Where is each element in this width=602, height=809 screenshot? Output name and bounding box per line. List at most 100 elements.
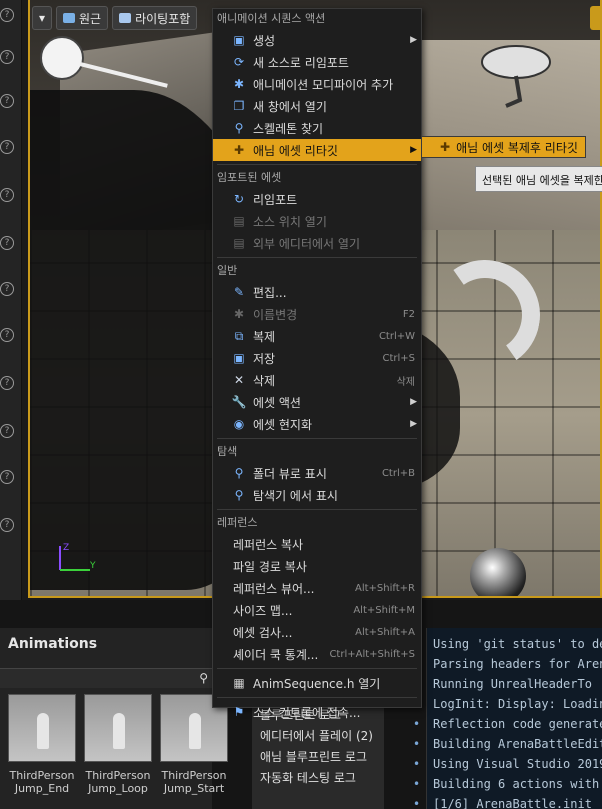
menu-item-audit-assets[interactable]: 에셋 검사... Alt+Shift+A — [213, 621, 421, 643]
log-line: [1/6] ArenaBattle.init — [433, 797, 592, 809]
menu-item-create[interactable]: ▣ 생성 ▶ — [213, 29, 421, 51]
retarget-submenu-item[interactable]: ✚ 애님 에셋 복제후 리타깃 — [421, 136, 586, 158]
chevron-down-icon: ▾ — [38, 11, 46, 25]
anim-label-line1: ThirdPerson — [85, 769, 151, 782]
menu-item-shader-cook-stats[interactable]: 셰이더 쿡 통계... Ctrl+Alt+Shift+S — [213, 643, 421, 665]
help-icon[interactable]: ? — [0, 236, 14, 250]
help-icon[interactable]: ? — [0, 140, 14, 154]
help-icon[interactable]: ? — [0, 188, 14, 202]
menu-item-reference-viewer[interactable]: 레퍼런스 뷰어... Alt+Shift+R — [213, 577, 421, 599]
help-icon[interactable]: ? — [0, 424, 14, 438]
help-icon[interactable]: ? — [0, 282, 14, 296]
menu-label: 새 소스로 리임포트 — [253, 55, 349, 70]
menu-item-reimport[interactable]: ↻ 리임포트 — [213, 188, 421, 210]
menu-item-copy-reference[interactable]: 레퍼런스 복사 — [213, 533, 421, 555]
wrench-icon: 🔧 — [231, 395, 247, 409]
help-icon[interactable]: ? — [0, 518, 14, 532]
menu-label: 애님 에셋 리타깃 — [253, 143, 338, 158]
anim-label-line1: ThirdPerson — [9, 769, 75, 782]
external-editor-icon: ▤ — [233, 236, 245, 250]
globe-icon: ◉ — [233, 417, 245, 431]
output-log[interactable]: Using 'git status' to de Parsing headers… — [426, 628, 602, 809]
help-icon[interactable]: ? — [0, 376, 14, 390]
menu-item-show-in-folder-view[interactable]: ⚲ 폴더 뷰로 표시 Ctrl+B — [213, 462, 421, 484]
magnifier-icon: ⚲ — [234, 466, 244, 480]
menu-item-delete[interactable]: ✕ 삭제 삭제 — [213, 369, 421, 391]
rename-icon: ✱ — [233, 307, 245, 321]
help-icon[interactable]: ? — [0, 8, 14, 22]
menu-item-size-map[interactable]: 사이즈 맵... Alt+Shift+M — [213, 599, 421, 621]
menu-separator — [217, 257, 417, 258]
shortcut-label: Ctrl+S — [382, 352, 415, 364]
axis-gizmo: Z Y — [59, 543, 96, 571]
menu-item-duplicate[interactable]: ⧉ 복제 Ctrl+W — [213, 325, 421, 347]
shortcut-label: Ctrl+Alt+Shift+S — [329, 648, 415, 660]
log-line: Running UnrealHeaderTo — [433, 677, 592, 691]
section-explore: 탐색 — [217, 445, 238, 458]
help-icon[interactable]: ? — [0, 94, 14, 108]
menu-label: 에셋 현지화 — [253, 417, 313, 432]
menu-item-add-anim-modifier[interactable]: ✱ 애니메이션 모디파이어 추가 — [213, 73, 421, 95]
log-category-item[interactable]: 자동화 테스팅 로그 — [252, 768, 384, 789]
menu-label: 외부 에디터에서 열기 — [253, 236, 360, 251]
lighting-mode-button[interactable]: 라이팅포함 — [112, 6, 198, 30]
help-icon[interactable]: ? — [0, 470, 14, 484]
viewport-corner-button[interactable] — [590, 6, 602, 30]
menu-separator — [217, 164, 417, 165]
help-icon[interactable]: ? — [0, 50, 14, 64]
menu-item-open-external-editor: ▤ 외부 에디터에서 열기 — [213, 232, 421, 254]
menu-label: 폴더 뷰로 표시 — [253, 466, 327, 481]
menu-item-source-control[interactable]: ⚑ 소스 컨트롤에 접속... — [213, 701, 421, 723]
menu-label: 소스 위치 열기 — [253, 214, 327, 229]
log-bullets: •••••• — [413, 717, 421, 809]
save-icon: ▣ — [233, 351, 245, 365]
menu-separator — [217, 438, 417, 439]
menu-label: 에셋 검사... — [233, 625, 293, 640]
help-icon[interactable]: ? — [0, 328, 14, 342]
menu-label: 파일 경로 복사 — [233, 559, 307, 574]
menu-item-asset-localization[interactable]: ◉ 에셋 현지화 ▶ — [213, 413, 421, 435]
asset-context-menu: 애니메이션 시퀀스 액션 ▣ 생성 ▶ ⟳ 새 소스로 리임포트 ✱ 애니메이션… — [212, 8, 422, 720]
svg-text:Y: Y — [89, 561, 96, 571]
viewport-options-button[interactable]: ▾ — [32, 6, 52, 30]
log-category-item[interactable]: 애님 블루프린트 로그 — [252, 747, 384, 768]
menu-item-retarget-anim-assets[interactable]: ✚ 애님 에셋 리타깃 ▶ — [213, 139, 421, 161]
menu-item-open-new-window[interactable]: ❐ 새 창에서 열기 — [213, 95, 421, 117]
reimport-icon: ↻ — [233, 192, 245, 206]
anim-label-line2: Jump_End — [14, 782, 70, 795]
animations-search-bar[interactable]: ⚲ — [0, 668, 212, 688]
anim-thumbnail-jump-end[interactable] — [8, 694, 76, 762]
perspective-button[interactable]: 원근 — [56, 6, 109, 30]
section-general: 일반 — [217, 264, 238, 277]
reimport-icon: ⟳ — [233, 55, 245, 69]
reflection-sphere[interactable] — [470, 548, 526, 596]
menu-item-open-source-header[interactable]: ▦ AnimSequence.h 열기 — [213, 672, 421, 694]
tooltip: 선택된 애님 에셋을 복제한 — [475, 166, 602, 192]
log-line: Using 'git status' to de — [433, 637, 602, 651]
menu-item-save[interactable]: ▣ 저장 Ctrl+S — [213, 347, 421, 369]
tree-icon[interactable] — [476, 40, 556, 110]
unreal-editor-window: ? ? ? ? ? ? ? ? ? ? ? ? Z Y ▾ 원근 라이팅포함 A… — [0, 0, 602, 809]
menu-label: 레퍼런스 복사 — [233, 537, 304, 552]
menu-item-show-in-explorer[interactable]: ⚲ 탐색기 에서 표시 — [213, 484, 421, 506]
log-category-item[interactable]: 에디터에서 플레이 (2) — [252, 726, 384, 747]
menu-item-asset-actions[interactable]: 🔧 에셋 액션 ▶ — [213, 391, 421, 413]
animations-title: Animations — [8, 636, 98, 652]
lighting-label: 라이팅포함 — [135, 11, 191, 26]
anim-label-jump-start: ThirdPerson Jump_Start — [156, 769, 232, 795]
anim-thumbnail-jump-loop[interactable] — [84, 694, 152, 762]
menu-label: 셰이더 쿡 통계... — [233, 647, 319, 662]
shortcut-label: Ctrl+B — [381, 467, 415, 479]
chevron-right-icon: ▶ — [410, 145, 417, 155]
section-references: 레퍼런스 — [217, 516, 258, 529]
menu-item-new-source-reimport[interactable]: ⟳ 새 소스로 리임포트 — [213, 51, 421, 73]
edit-icon: ✎ — [233, 285, 245, 299]
menu-item-copy-file-path[interactable]: 파일 경로 복사 — [213, 555, 421, 577]
directional-light-icon[interactable] — [40, 36, 84, 80]
menu-item-edit[interactable]: ✎ 편집... — [213, 281, 421, 303]
svg-text:Z: Z — [63, 543, 69, 553]
menu-label: 이름변경 — [253, 307, 298, 322]
shortcut-label: Alt+Shift+M — [353, 604, 415, 616]
menu-item-find-skeleton[interactable]: ⚲ 스켈레톤 찾기 — [213, 117, 421, 139]
search-icon[interactable]: ⚲ — [199, 671, 208, 685]
